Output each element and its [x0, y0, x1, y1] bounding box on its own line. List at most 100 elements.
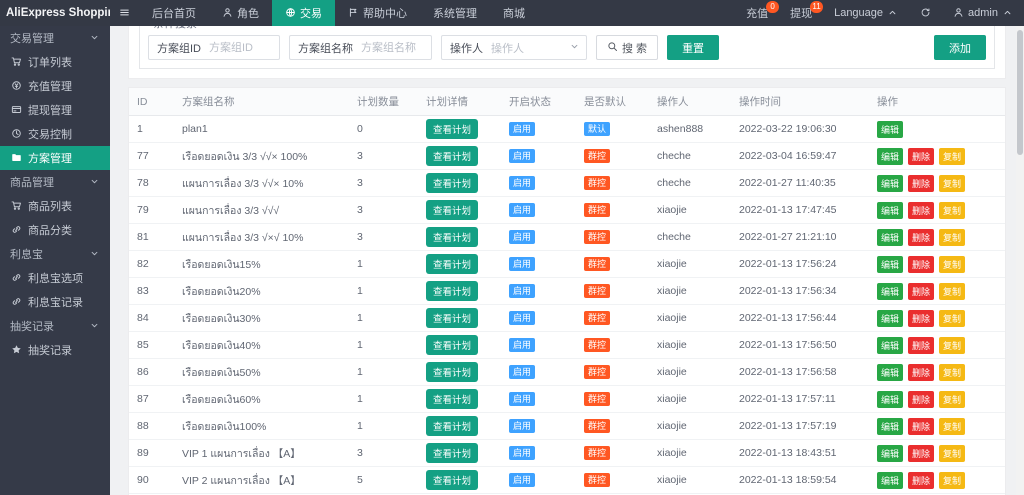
delete-button[interactable]: 删除	[908, 391, 934, 408]
add-button[interactable]: 添加	[934, 35, 986, 60]
sidebar-group[interactable]: 交易管理	[0, 26, 110, 50]
sidebar-item[interactable]: 抽奖记录	[0, 338, 110, 362]
edit-button[interactable]: 编辑	[877, 148, 903, 165]
scrollbar-thumb[interactable]	[1017, 30, 1023, 155]
view-plan-button[interactable]: 查看计划	[426, 119, 478, 139]
default-badge[interactable]: 群控	[584, 284, 610, 298]
sidebar-group[interactable]: 商品管理	[0, 170, 110, 194]
delete-button[interactable]: 删除	[908, 256, 934, 273]
view-plan-button[interactable]: 查看计划	[426, 146, 478, 166]
sidebar-item[interactable]: 交易控制	[0, 122, 110, 146]
copy-button[interactable]: 复制	[939, 418, 965, 435]
copy-button[interactable]: 复制	[939, 445, 965, 462]
sidebar-item[interactable]: 利息宝记录	[0, 290, 110, 314]
delete-button[interactable]: 删除	[908, 229, 934, 246]
edit-button[interactable]: 编辑	[877, 121, 903, 138]
status-badge[interactable]: 启用	[509, 122, 535, 136]
view-plan-button[interactable]: 查看计划	[426, 281, 478, 301]
sidebar-item[interactable]: 商品列表	[0, 194, 110, 218]
sidebar-group[interactable]: 抽奖记录	[0, 314, 110, 338]
status-badge[interactable]: 启用	[509, 311, 535, 325]
delete-button[interactable]: 删除	[908, 283, 934, 300]
delete-button[interactable]: 删除	[908, 445, 934, 462]
default-badge[interactable]: 群控	[584, 149, 610, 163]
status-badge[interactable]: 启用	[509, 473, 535, 487]
status-badge[interactable]: 启用	[509, 257, 535, 271]
status-badge[interactable]: 启用	[509, 365, 535, 379]
nav-recharge[interactable]: 充值0	[735, 0, 779, 26]
view-plan-button[interactable]: 查看计划	[426, 227, 478, 247]
view-plan-button[interactable]: 查看计划	[426, 308, 478, 328]
edit-button[interactable]: 编辑	[877, 283, 903, 300]
plan-group-id-input[interactable]	[209, 37, 279, 58]
nav-tab[interactable]: 后台首页	[139, 0, 209, 26]
nav-tab[interactable]: 商城	[490, 0, 538, 26]
plan-group-name-input[interactable]	[361, 37, 431, 58]
copy-button[interactable]: 复制	[939, 175, 965, 192]
view-plan-button[interactable]: 查看计划	[426, 389, 478, 409]
status-badge[interactable]: 启用	[509, 284, 535, 298]
default-badge[interactable]: 群控	[584, 338, 610, 352]
view-plan-button[interactable]: 查看计划	[426, 470, 478, 490]
copy-button[interactable]: 复制	[939, 202, 965, 219]
sidebar-item[interactable]: 提现管理	[0, 98, 110, 122]
copy-button[interactable]: 复制	[939, 310, 965, 327]
edit-button[interactable]: 编辑	[877, 175, 903, 192]
reset-button[interactable]: 重置	[667, 35, 719, 60]
sidebar-item[interactable]: 方案管理	[0, 146, 110, 170]
nav-tab[interactable]: 帮助中心	[335, 0, 420, 26]
edit-button[interactable]: 编辑	[877, 445, 903, 462]
status-badge[interactable]: 启用	[509, 338, 535, 352]
copy-button[interactable]: 复制	[939, 472, 965, 489]
edit-button[interactable]: 编辑	[877, 256, 903, 273]
view-plan-button[interactable]: 查看计划	[426, 443, 478, 463]
copy-button[interactable]: 复制	[939, 391, 965, 408]
default-badge[interactable]: 群控	[584, 257, 610, 271]
delete-button[interactable]: 删除	[908, 418, 934, 435]
default-badge[interactable]: 群控	[584, 230, 610, 244]
delete-button[interactable]: 删除	[908, 337, 934, 354]
vertical-scrollbar[interactable]	[1016, 26, 1024, 495]
edit-button[interactable]: 编辑	[877, 472, 903, 489]
default-badge[interactable]: 默认	[584, 122, 610, 136]
sidebar-item[interactable]: 利息宝选项	[0, 266, 110, 290]
copy-button[interactable]: 复制	[939, 283, 965, 300]
sidebar-item[interactable]: 充值管理	[0, 74, 110, 98]
nav-tab[interactable]: 系统管理	[420, 0, 490, 26]
hamburger-menu-icon[interactable]	[110, 0, 139, 26]
copy-button[interactable]: 复制	[939, 229, 965, 246]
view-plan-button[interactable]: 查看计划	[426, 362, 478, 382]
delete-button[interactable]: 删除	[908, 202, 934, 219]
user-menu[interactable]: admin	[942, 0, 1024, 26]
refresh-button[interactable]	[909, 0, 942, 26]
status-badge[interactable]: 启用	[509, 203, 535, 217]
edit-button[interactable]: 编辑	[877, 391, 903, 408]
edit-button[interactable]: 编辑	[877, 229, 903, 246]
default-badge[interactable]: 群控	[584, 446, 610, 460]
view-plan-button[interactable]: 查看计划	[426, 200, 478, 220]
operator-select[interactable]: 操作人 操作人	[441, 35, 587, 60]
nav-withdraw[interactable]: 提现11	[779, 0, 823, 26]
default-badge[interactable]: 群控	[584, 419, 610, 433]
default-badge[interactable]: 群控	[584, 392, 610, 406]
copy-button[interactable]: 复制	[939, 148, 965, 165]
default-badge[interactable]: 群控	[584, 311, 610, 325]
delete-button[interactable]: 删除	[908, 472, 934, 489]
status-badge[interactable]: 启用	[509, 230, 535, 244]
edit-button[interactable]: 编辑	[877, 337, 903, 354]
sidebar-group[interactable]: 利息宝	[0, 242, 110, 266]
edit-button[interactable]: 编辑	[877, 418, 903, 435]
copy-button[interactable]: 复制	[939, 364, 965, 381]
delete-button[interactable]: 删除	[908, 148, 934, 165]
search-button[interactable]: 搜 索	[596, 35, 658, 60]
view-plan-button[interactable]: 查看计划	[426, 335, 478, 355]
status-badge[interactable]: 启用	[509, 392, 535, 406]
view-plan-button[interactable]: 查看计划	[426, 416, 478, 436]
nav-tab[interactable]: 交易	[272, 0, 335, 26]
status-badge[interactable]: 启用	[509, 419, 535, 433]
default-badge[interactable]: 群控	[584, 203, 610, 217]
edit-button[interactable]: 编辑	[877, 310, 903, 327]
sidebar-item[interactable]: 商品分类	[0, 218, 110, 242]
copy-button[interactable]: 复制	[939, 256, 965, 273]
copy-button[interactable]: 复制	[939, 337, 965, 354]
